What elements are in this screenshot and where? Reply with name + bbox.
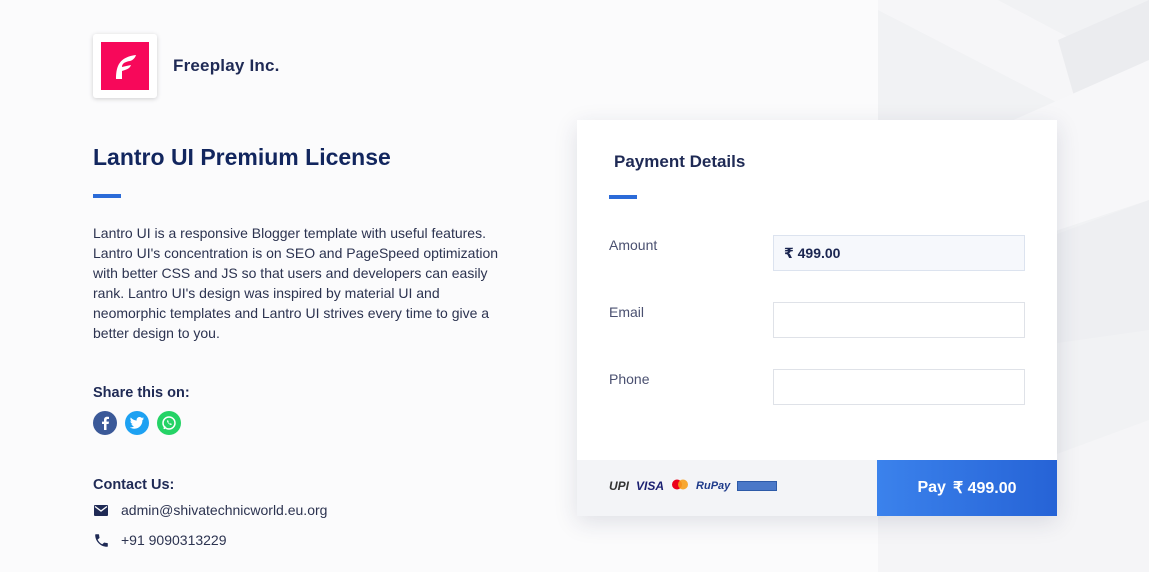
visa-logo: VISA [636,479,665,493]
email-label: Email [609,304,645,320]
email-input[interactable] [773,302,1025,338]
contact-phone[interactable]: +91 9090313229 [121,532,227,548]
phone-label: Phone [609,371,650,387]
payment-card: Payment Details Amount ₹ 499.00 Email Ph… [577,120,1057,516]
payment-method-logos: UPI VISA RuPay [609,477,778,495]
contact-phone-row: +91 9090313229 [93,532,227,548]
rupay-logo: RuPay [696,480,731,492]
pay-button-label: Pay [917,479,946,496]
pay-button-amount: ₹ 499.00 [952,480,1017,497]
payment-accent-bar [609,195,637,199]
payment-footer: UPI VISA RuPay Pay ₹ 499.00 [577,460,1057,516]
wallet-logo-icon [737,481,778,491]
freeplay-logo-icon [116,55,136,79]
share-label: Share this on: [93,385,190,401]
title-accent-bar [93,194,121,198]
brand-logo [93,34,157,98]
payment-title: Payment Details [614,152,746,171]
amount-label: Amount [609,237,658,253]
facebook-icon[interactable] [93,411,117,435]
brand-name: Freeplay Inc. [173,56,280,75]
product-title: Lantro UI Premium License [93,144,391,170]
twitter-icon[interactable] [125,411,149,435]
contact-email[interactable]: admin@shivatechnicworld.eu.org [121,502,327,518]
pay-button[interactable]: Pay ₹ 499.00 [877,460,1057,516]
mastercard-icon [671,477,689,495]
contact-email-row: admin@shivatechnicworld.eu.org [93,502,327,518]
product-description: Lantro UI is a responsive Blogger templa… [93,225,499,341]
brand-header: Freeplay Inc. [93,34,280,98]
share-icons [93,411,181,435]
contact-label: Contact Us: [93,477,175,493]
amount-field: ₹ 499.00 [773,235,1025,271]
phone-icon [93,532,109,548]
phone-input[interactable] [773,369,1025,405]
mail-icon [93,502,109,518]
whatsapp-icon[interactable] [157,411,181,435]
upi-logo: UPI [609,479,630,493]
